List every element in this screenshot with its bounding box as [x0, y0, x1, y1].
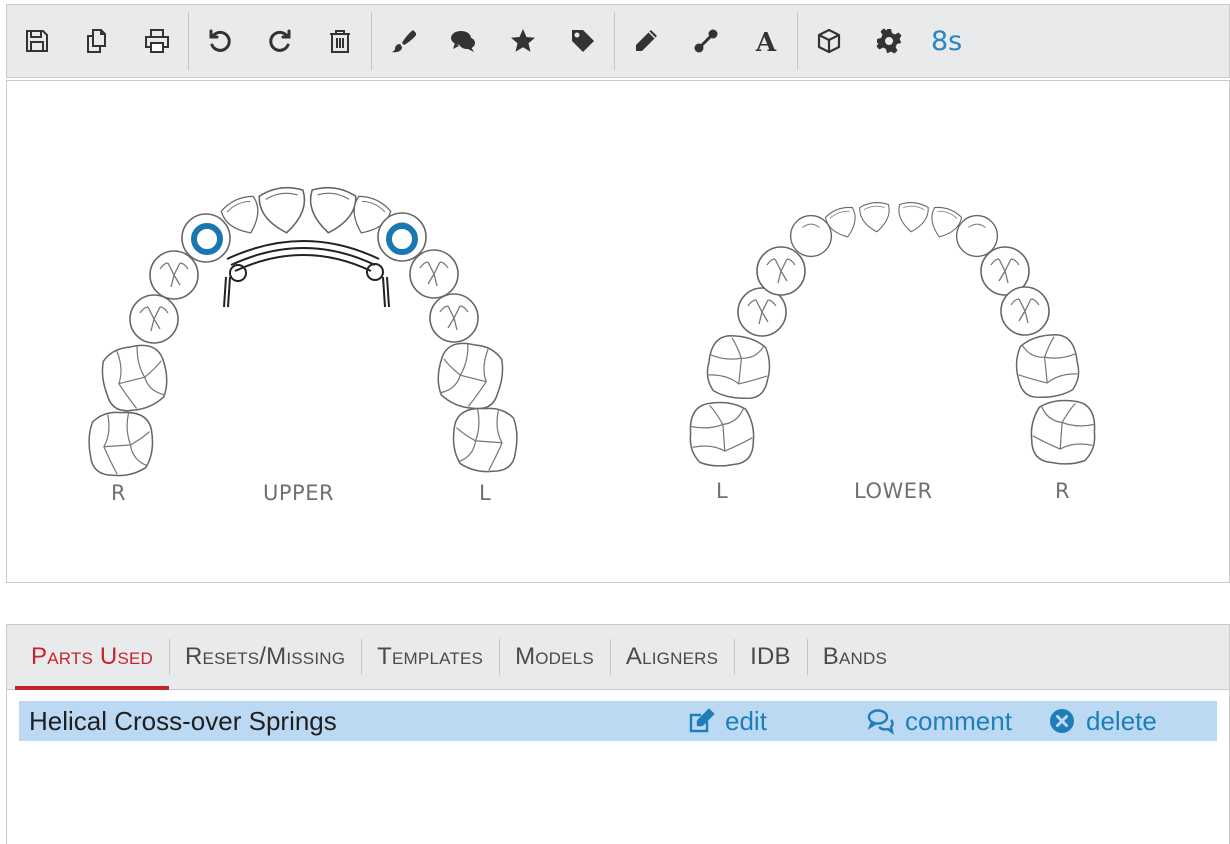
star-icon [511, 29, 535, 52]
edit-label: edit [725, 705, 767, 736]
comment-icon [867, 709, 894, 735]
lower-side-right-label: R [1055, 479, 1071, 503]
lower-arch [689, 200, 1096, 467]
cube-icon [817, 28, 841, 54]
delete-button[interactable]: delete [1048, 706, 1157, 737]
toolbar-group-annotate [373, 5, 613, 77]
delete-tool-button[interactable] [310, 4, 370, 78]
text-button[interactable]: A [736, 4, 796, 78]
redo-icon [269, 29, 291, 52]
comment-button[interactable]: comment [867, 706, 1012, 737]
tag-button[interactable] [553, 4, 613, 78]
toolbar-group-draw: A [616, 5, 796, 77]
tab-templates[interactable]: Templates [361, 625, 499, 689]
print-button[interactable] [127, 4, 187, 78]
toolbar-divider [614, 12, 615, 70]
pencil-button[interactable] [616, 4, 676, 78]
upper-side-left-label: L [479, 481, 492, 505]
cube-button[interactable] [799, 4, 859, 78]
upper-side-right-label: R [111, 481, 127, 505]
print-icon [145, 29, 169, 53]
toolbar-group-file [7, 5, 187, 77]
copy-icon [87, 29, 106, 53]
pencil-icon [636, 30, 657, 51]
lower-arch-label: LOWER [854, 479, 933, 503]
toolbar-divider [371, 12, 372, 70]
tab-models[interactable]: Models [499, 625, 610, 689]
undo-icon [209, 29, 231, 52]
comment-label: comment [905, 705, 1012, 736]
dental-chart-canvas[interactable]: R UPPER L L LOWER R [6, 80, 1230, 583]
undo-button[interactable] [190, 4, 250, 78]
tab-resets-missing[interactable]: Resets/Missing [169, 625, 361, 689]
settings-button[interactable] [859, 4, 919, 78]
comments-icon [451, 31, 475, 52]
tab-aligners[interactable]: Aligners [609, 625, 734, 689]
edit-button[interactable]: edit [687, 706, 767, 737]
upper-arch [88, 184, 518, 477]
copy-button[interactable] [67, 4, 127, 78]
delete-label: delete [1086, 705, 1157, 736]
timer-status: 8s [931, 25, 963, 57]
toolbar-divider [188, 12, 189, 70]
text-icon: A [755, 28, 777, 54]
comments-button[interactable] [433, 4, 493, 78]
times-circle-icon [1050, 709, 1074, 733]
paintbrush-icon [392, 30, 416, 53]
dental-arches [88, 184, 1096, 477]
toolbar-group-edit [190, 5, 370, 77]
helical-spring-appliance[interactable] [223, 240, 390, 308]
wire-icon [694, 29, 718, 53]
parts-panel: Parts Used Resets/Missing Templates Mode… [6, 624, 1230, 844]
tab-idb[interactable]: IDB [734, 625, 807, 689]
edit-icon [689, 708, 715, 733]
redo-button[interactable] [250, 4, 310, 78]
save-button[interactable] [7, 4, 67, 78]
toolbar-divider [797, 12, 798, 70]
svg-text:A: A [755, 28, 777, 54]
gear-icon [876, 28, 902, 54]
toolbar-group-view: 8s [799, 5, 962, 77]
upper-arch-label: UPPER [263, 481, 335, 505]
wire-button[interactable] [676, 4, 736, 78]
tab-parts-used[interactable]: Parts Used [15, 625, 169, 690]
tab-bands[interactable]: Bands [806, 625, 903, 689]
part-name: Helical Cross-over Springs [29, 705, 337, 736]
save-icon [26, 30, 48, 52]
tag-icon [572, 30, 594, 52]
tab-bar: Parts Used Resets/Missing Templates Mode… [7, 625, 1229, 690]
paint-button[interactable] [373, 4, 433, 78]
star-button[interactable] [493, 4, 553, 78]
trash-icon [330, 30, 350, 53]
part-row[interactable]: Helical Cross-over Springs edit comment … [19, 701, 1217, 741]
lower-side-left-label: L [716, 479, 729, 503]
toolbar: A 8s [6, 4, 1230, 78]
